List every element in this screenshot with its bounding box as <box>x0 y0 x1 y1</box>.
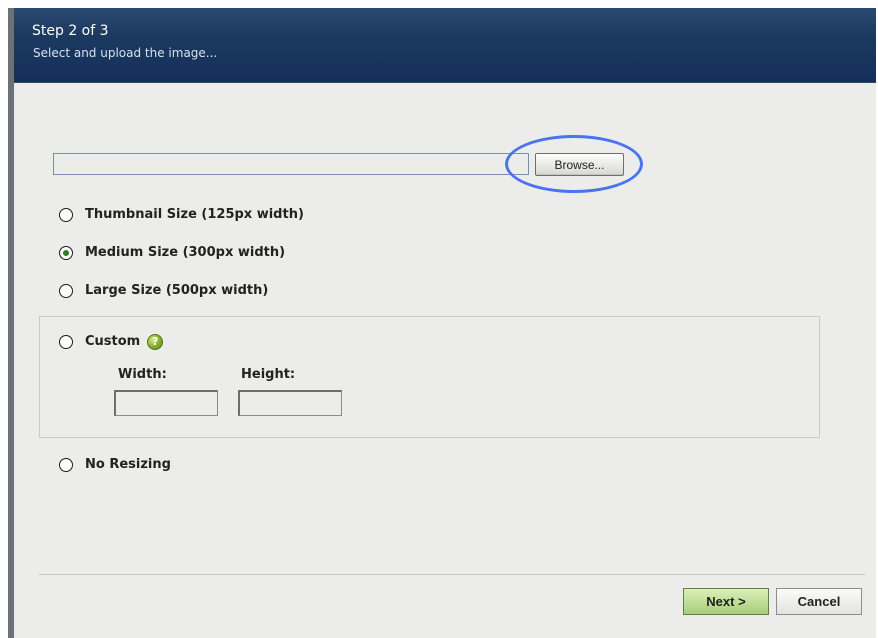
browse-button[interactable]: Browse... <box>535 153 624 176</box>
file-path-input[interactable] <box>53 153 529 175</box>
height-label: Height: <box>241 367 296 382</box>
next-button[interactable]: Next > <box>683 588 769 615</box>
cancel-button[interactable]: Cancel <box>776 588 862 615</box>
width-input[interactable] <box>114 390 218 416</box>
no-resizing-radio[interactable] <box>59 458 73 472</box>
footer-divider <box>39 574 865 575</box>
custom-size-label: Custom <box>85 334 141 349</box>
large-size-radio[interactable] <box>59 284 73 298</box>
height-input[interactable] <box>238 390 342 416</box>
thumbnail-size-label: Thumbnail Size (125px width) <box>85 207 304 222</box>
width-label: Width: <box>118 367 167 382</box>
step-subtitle: Select and upload the image... <box>33 46 218 60</box>
custom-size-panel: Custom ? Width: Height: <box>39 316 820 438</box>
dialog-body: Browse... Thumbnail Size (125px width) M… <box>14 83 876 638</box>
no-resizing-label: No Resizing <box>85 457 171 472</box>
large-size-label: Large Size (500px width) <box>85 283 269 298</box>
medium-size-label: Medium Size (300px width) <box>85 245 286 260</box>
medium-size-option[interactable]: Medium Size (300px width) <box>59 245 285 261</box>
large-size-option[interactable]: Large Size (500px width) <box>59 283 268 299</box>
custom-size-option[interactable]: Custom ? <box>59 334 164 350</box>
medium-size-radio[interactable] <box>59 246 73 260</box>
dialog-header: Step 2 of 3 Select and upload the image.… <box>14 8 876 83</box>
thumbnail-size-radio[interactable] <box>59 208 73 222</box>
step-title: Step 2 of 3 <box>32 23 109 39</box>
custom-size-radio[interactable] <box>59 335 73 349</box>
no-resizing-option[interactable]: No Resizing <box>59 457 171 473</box>
thumbnail-size-option[interactable]: Thumbnail Size (125px width) <box>59 207 304 223</box>
question-help-icon[interactable]: ? <box>147 334 164 350</box>
